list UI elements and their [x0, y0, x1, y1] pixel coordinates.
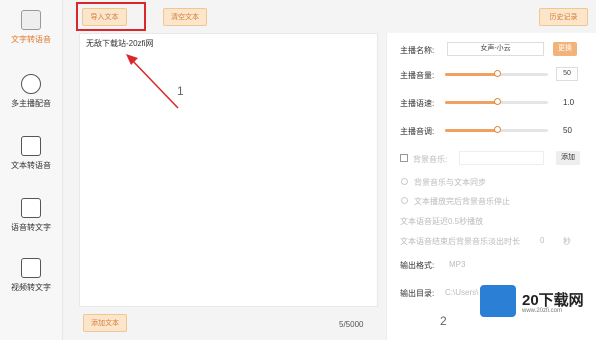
speed-label: 主播语速:	[400, 99, 435, 108]
pitch-fill	[445, 129, 497, 132]
sidebar-item-text-voice[interactable]: 文本转语音	[0, 136, 62, 171]
annotation-arrow	[126, 54, 179, 109]
speed-fill	[445, 101, 497, 104]
video-file-icon	[21, 258, 41, 278]
add-text-button[interactable]: 添加文本	[83, 314, 127, 332]
speed-knob[interactable]	[493, 98, 501, 105]
sidebar-item-multi-anchor[interactable]: 多主播配音	[0, 74, 62, 109]
format-value[interactable]: MP3	[449, 260, 465, 269]
sidebar-item-label: 视频转文字	[11, 283, 51, 292]
option-label-4: 文本语音结束后背景音乐淡出时长	[400, 237, 520, 246]
bgm-label: 背景音乐:	[413, 155, 448, 164]
change-anchor-button[interactable]: 更换	[553, 42, 577, 56]
pitch-slider[interactable]	[445, 126, 548, 133]
anchor-name-field[interactable]: 女声-小云	[447, 42, 544, 56]
history-button[interactable]: 历史记录	[539, 8, 588, 26]
format-label: 输出格式:	[400, 261, 435, 270]
highlight-box	[76, 2, 146, 31]
option-label-1: 背景音乐与文本同步	[414, 178, 486, 187]
volume-label: 主播音量:	[400, 71, 435, 80]
option-4-unit: 秒	[563, 237, 571, 246]
option-label-2: 文本播放完后背景音乐停止	[414, 197, 510, 206]
option-label-3: 文本语音延迟0.5秒播放	[400, 217, 484, 226]
text-file-icon	[21, 136, 41, 156]
pitch-knob[interactable]	[493, 126, 501, 133]
sidebar-item-label: 文字转语音	[11, 35, 51, 44]
anchor-name-label: 主播名称:	[400, 46, 435, 55]
watermark-url: www.20zfi.com	[522, 308, 563, 314]
option-radio-2[interactable]	[401, 197, 408, 204]
sidebar-item-label: 文本转语音	[11, 161, 51, 170]
add-bgm-button[interactable]: 添加	[556, 151, 580, 165]
sidebar: 文字转语音 多主播配音 文本转语音 语音转文字 视频转文字	[0, 0, 63, 340]
volume-slider[interactable]	[445, 70, 548, 77]
sidebar-item-video-to-text[interactable]: 视频转文字	[0, 258, 62, 293]
dir-label: 输出目录:	[400, 289, 435, 298]
user-add-icon	[21, 74, 41, 94]
option-radio-1[interactable]	[401, 178, 408, 185]
volume-fill	[445, 73, 497, 76]
sidebar-item-label: 语音转文字	[11, 223, 51, 232]
speed-value: 1.0	[563, 98, 575, 107]
bgm-select[interactable]	[459, 151, 544, 165]
watermark-brand: 20下载网	[522, 292, 584, 309]
speed-slider[interactable]	[445, 98, 548, 105]
volume-value[interactable]: 50	[556, 67, 578, 81]
pitch-label: 主播音调:	[400, 127, 435, 136]
annotation-number-1: 1	[177, 84, 184, 98]
watermark: 20下载网 www.20zfi.com	[480, 283, 590, 319]
bgm-checkbox[interactable]	[400, 154, 408, 162]
annotation-number-2: 2	[440, 314, 447, 328]
document-icon	[21, 10, 41, 30]
char-count: 5/5000	[339, 320, 364, 329]
option-4-value[interactable]: 0	[540, 236, 544, 245]
sidebar-item-text-to-speech[interactable]: 文字转语音	[0, 10, 62, 45]
sidebar-item-label: 多主播配音	[11, 99, 51, 108]
audio-file-icon	[21, 198, 41, 218]
sidebar-item-speech-to-text[interactable]: 语音转文字	[0, 198, 62, 233]
pitch-value: 50	[563, 126, 572, 135]
dir-value[interactable]: C:\Users\	[445, 288, 478, 297]
clear-text-button[interactable]: 清空文本	[163, 8, 207, 26]
volume-knob[interactable]	[493, 70, 501, 77]
logo-icon	[480, 285, 516, 317]
